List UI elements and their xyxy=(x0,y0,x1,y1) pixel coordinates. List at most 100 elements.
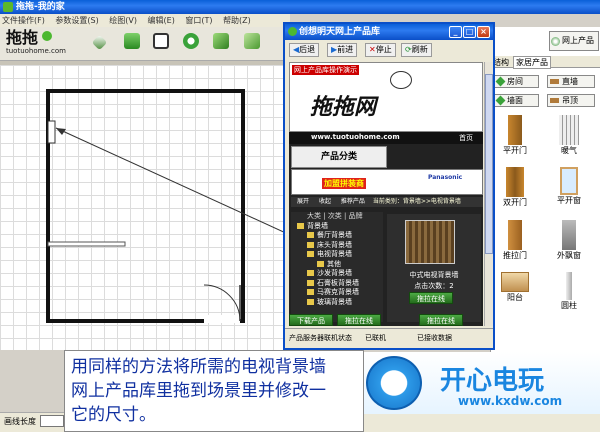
radiator-icon xyxy=(559,115,579,145)
tab-structure[interactable]: 结构 xyxy=(493,57,509,68)
product-radiator[interactable]: 暖气 xyxy=(549,115,589,156)
watermark-mascot-icon xyxy=(366,356,422,410)
product-casement-window[interactable]: 平开窗 xyxy=(549,167,589,206)
tree-header-brand: 品牌 xyxy=(348,212,363,220)
drag-online-button-2[interactable]: 拖拉在线 xyxy=(337,314,381,326)
tree-item-label: 其他 xyxy=(327,259,341,268)
tree-item-label: 餐厅背景墙 xyxy=(317,231,352,239)
wall-icon xyxy=(550,79,559,84)
toolbar-room-icon[interactable] xyxy=(153,33,169,49)
product-double-door-label: 双开门 xyxy=(503,198,527,207)
sliding-door-icon xyxy=(508,220,522,250)
browser-title: 创想明天网上产品库 xyxy=(299,27,381,37)
logo-url: tuotuohome.com xyxy=(6,47,66,55)
menu-file[interactable]: 文件操作(F) xyxy=(2,16,45,25)
back-button[interactable]: ◀后退 xyxy=(289,43,320,57)
browser-nav-bar: ◀后退 ▶前进 ✕停止 ⟳刷新 xyxy=(285,40,493,60)
tree-item-label: 马赛克背景墙 xyxy=(317,288,359,296)
menu-help[interactable]: 帮助(Z) xyxy=(223,16,251,25)
ad-label: 加盟拼装商 xyxy=(322,178,366,189)
home-link[interactable]: 首页 xyxy=(459,133,473,143)
received-status: 已接收数据 xyxy=(417,334,452,342)
tree-item-other[interactable]: 其他 xyxy=(297,260,383,270)
category-wall-surface[interactable]: 墙面 xyxy=(494,94,539,107)
forward-button[interactable]: ▶前进 xyxy=(327,43,358,57)
product-swing-door-label: 平开门 xyxy=(503,146,527,155)
floor-plan-drawing xyxy=(46,89,290,323)
product-sliding-door[interactable]: 推拉门 xyxy=(495,220,535,261)
tree-item-sofa-wall[interactable]: 沙发背景墙 xyxy=(297,269,383,279)
toolbar-refresh-icon[interactable] xyxy=(183,33,199,49)
tree-item-label: 玻璃背景墙 xyxy=(317,297,352,306)
drag-online-button-3[interactable]: 拖拉在线 xyxy=(419,314,463,326)
watermark-url: www.kxdw.com xyxy=(458,394,563,408)
category-ceiling-label: 吊顶 xyxy=(562,96,578,105)
tree-item-mosaic-wall[interactable]: 马赛克背景墙 xyxy=(297,288,383,298)
app-icon xyxy=(3,2,13,12)
web-content: 网上产品库操作演示 拖拖网 www.tuotuohome.com 首页 产品分类… xyxy=(289,62,483,326)
refresh-button[interactable]: ⟳刷新 xyxy=(401,43,432,57)
tree-item-bed-wall[interactable]: 床头背景墙 xyxy=(297,241,383,251)
watermark: 开心电玩 www.kxdw.com xyxy=(364,352,600,414)
online-products-header[interactable]: 网上产品 xyxy=(549,31,599,51)
toolbar-cube-icon[interactable] xyxy=(124,33,140,49)
category-ceiling[interactable]: 吊顶 xyxy=(547,94,595,107)
menu-edit[interactable]: 编辑(E) xyxy=(148,16,175,25)
tree-header: 大类 | 次类 | 品牌 xyxy=(307,212,363,220)
caption-line-3: 它的尺寸。 xyxy=(71,405,156,425)
tree-item-tv-wall[interactable]: 电视背景墙 xyxy=(297,250,383,260)
product-image xyxy=(405,220,455,264)
product-column[interactable]: 圆柱 xyxy=(549,272,589,311)
product-double-door[interactable]: 双开门 xyxy=(495,167,535,208)
toolbar-render-icon[interactable] xyxy=(244,33,260,49)
menu-draw[interactable]: 绘图(V) xyxy=(109,16,137,25)
line-length-input[interactable] xyxy=(40,415,64,427)
refresh-label: 刷新 xyxy=(411,45,428,54)
category-straight-wall-label: 直墙 xyxy=(562,77,578,86)
floor-plan-canvas[interactable] xyxy=(0,65,290,350)
category-straight-wall[interactable]: 直墙 xyxy=(547,75,595,88)
room-diamond-icon xyxy=(495,76,506,87)
tab-recommend[interactable]: 推荐产品 xyxy=(341,198,365,205)
scroll-thumb[interactable] xyxy=(485,74,493,254)
category-wall-surface-label: 墙面 xyxy=(507,96,523,105)
tree-item-dining-wall[interactable]: 餐厅背景墙 xyxy=(297,231,383,241)
drag-online-button[interactable]: 拖拉在线 xyxy=(409,292,453,304)
tree-header-sub: 次类 xyxy=(327,212,342,220)
product-balcony-label: 阳台 xyxy=(507,293,523,302)
server-status-label: 产品服务器联机状态 xyxy=(289,334,352,342)
category-title: 产品分类 xyxy=(320,152,357,162)
column-icon xyxy=(566,272,572,300)
main-window-title: 拖拖-我的家 xyxy=(16,2,65,12)
tree-item-glass-wall[interactable]: 玻璃背景墙 xyxy=(297,298,383,308)
category-room[interactable]: 房间 xyxy=(494,75,539,88)
tab-collapse[interactable]: 收起 xyxy=(319,198,331,205)
product-swing-door[interactable]: 平开门 xyxy=(495,115,535,156)
mouse-icon xyxy=(390,71,412,89)
menu-window[interactable]: 窗口(T) xyxy=(185,16,212,25)
product-card[interactable]: 中式电视背景墙 点击次数：2 拖拉在线 xyxy=(387,214,481,322)
tree-item-gypsum-wall[interactable]: 石膏板背景墙 xyxy=(297,279,383,289)
browser-scrollbar[interactable] xyxy=(484,62,493,326)
close-button[interactable]: × xyxy=(477,26,490,38)
tree-item-background-wall[interactable]: 背景墙 xyxy=(297,222,383,232)
maximize-button[interactable]: □ xyxy=(463,26,476,38)
tab-expand[interactable]: 展开 xyxy=(297,198,309,205)
tab-home-products[interactable]: 家居产品 xyxy=(513,56,551,69)
right-tabs: 结构 家居产品 xyxy=(491,56,600,69)
tree-item-label: 床头背景墙 xyxy=(317,240,352,249)
double-door-icon xyxy=(506,167,524,197)
toolbar-3d-icon[interactable] xyxy=(213,33,229,49)
forward-label: 前进 xyxy=(337,45,354,54)
ad-banner[interactable]: 加盟拼装商 Panasonic xyxy=(291,169,483,195)
product-bay-window[interactable]: 外飘窗 xyxy=(549,220,589,261)
back-label: 后退 xyxy=(299,45,316,54)
stop-button[interactable]: ✕停止 xyxy=(365,43,396,57)
menu-settings[interactable]: 参数设置(S) xyxy=(55,16,98,25)
site-url: www.tuotuohome.com xyxy=(311,133,400,141)
product-balcony[interactable]: 阳台 xyxy=(495,272,535,303)
category-header: 产品分类 xyxy=(291,146,387,168)
online-products-label: 网上产品 xyxy=(562,36,594,45)
side-download-button[interactable]: 下载产品 xyxy=(289,314,333,326)
minimize-button[interactable]: _ xyxy=(449,26,462,38)
